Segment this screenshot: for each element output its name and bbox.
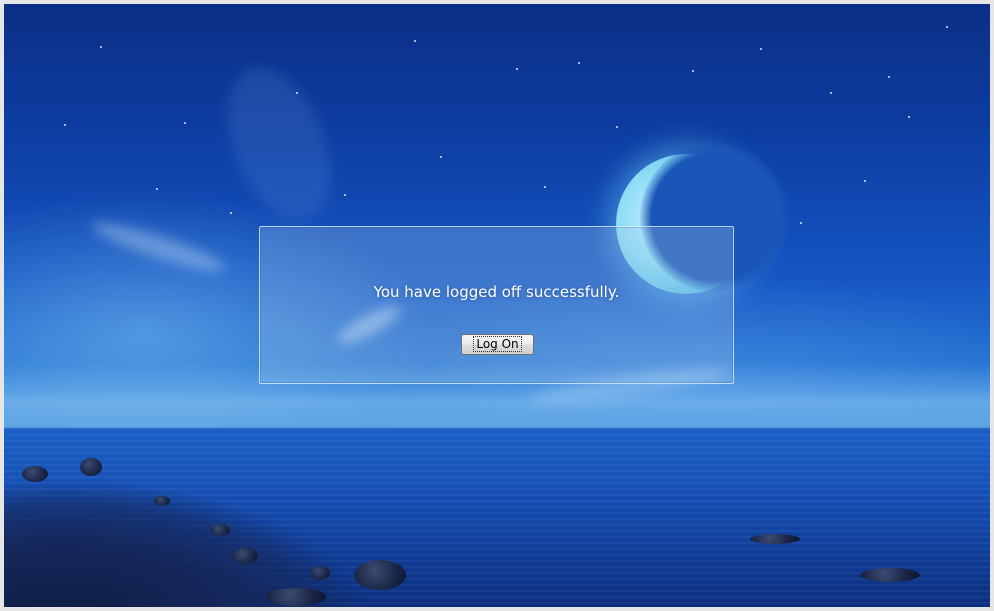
rock xyxy=(80,458,102,476)
star xyxy=(908,116,910,118)
star xyxy=(296,92,298,94)
logoff-dialog: You have logged off successfully. Log On xyxy=(259,226,734,384)
rock xyxy=(310,566,330,580)
log-on-button-label: Log On xyxy=(473,336,522,352)
star xyxy=(800,222,802,224)
star xyxy=(616,126,618,128)
rock xyxy=(154,496,170,506)
logoff-message: You have logged off successfully. xyxy=(373,283,620,301)
star xyxy=(184,122,186,124)
star xyxy=(440,156,442,158)
star xyxy=(864,180,866,182)
rock xyxy=(22,466,48,482)
cloud xyxy=(207,52,351,236)
star xyxy=(578,62,580,64)
star xyxy=(344,194,346,196)
star xyxy=(156,188,158,190)
log-on-button[interactable]: Log On xyxy=(461,334,534,355)
cloud xyxy=(89,214,229,280)
rock xyxy=(354,560,406,590)
star xyxy=(888,76,890,78)
star xyxy=(100,46,102,48)
rock xyxy=(210,524,230,536)
star xyxy=(830,92,832,94)
rock xyxy=(266,588,326,606)
star xyxy=(516,68,518,70)
star xyxy=(946,26,948,28)
rock xyxy=(750,534,800,544)
star xyxy=(64,124,66,126)
star xyxy=(230,212,232,214)
star xyxy=(760,48,762,50)
star xyxy=(692,70,694,72)
rock xyxy=(232,548,258,564)
star xyxy=(544,186,546,188)
rocky-shore xyxy=(4,454,364,607)
star xyxy=(414,40,416,42)
rock xyxy=(860,568,920,582)
